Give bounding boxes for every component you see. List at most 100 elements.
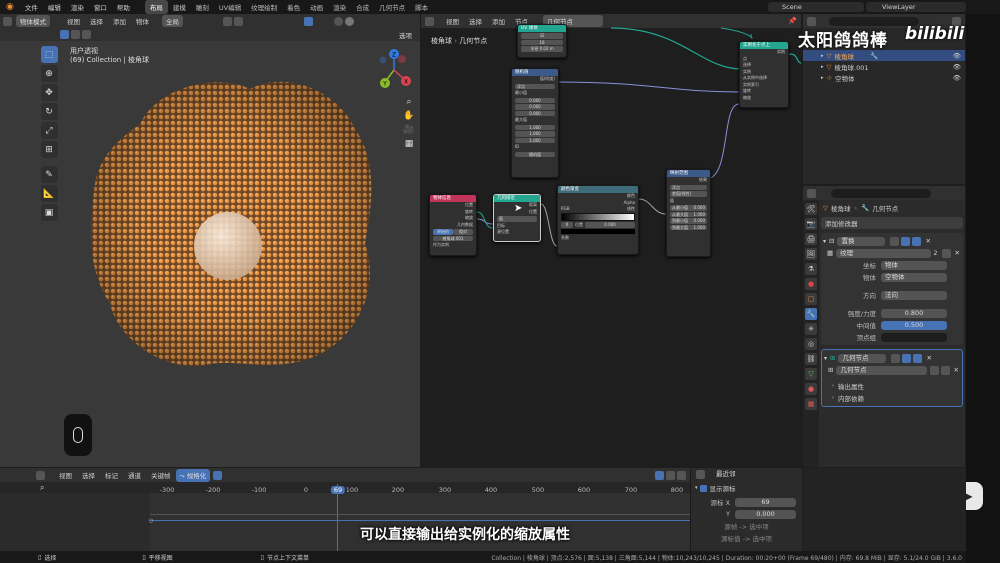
orientation-selector[interactable]: 全局 (162, 15, 183, 27)
ramp-mode[interactable]: RGB (561, 206, 570, 212)
overlay-icon[interactable] (304, 16, 313, 26)
tab-shading[interactable]: 着色 (282, 0, 305, 14)
rotate-tool-icon[interactable]: ↻ (40, 103, 58, 120)
viewport-menu-view[interactable]: 视图 (62, 16, 85, 26)
menu-edit[interactable]: 编辑 (43, 2, 66, 12)
move-tool-icon[interactable]: ✥ (40, 84, 58, 101)
search-icon[interactable]: ⌕ (40, 483, 44, 493)
node-dropdown[interactable]: 面 (497, 216, 537, 222)
modifier-tab-icon[interactable]: 🔧 (805, 308, 817, 320)
tab-modeling[interactable]: 建模 (168, 0, 191, 14)
node-field[interactable]: 到最小值 0.000 (670, 218, 707, 224)
menu-help[interactable]: 帮助 (112, 2, 135, 12)
timeline-editor[interactable]: 视图 选择 标记 通道 关键帧 ⤳ 规格化 ⌕ ○ (0, 468, 690, 551)
timeline-playhead[interactable] (337, 484, 338, 551)
texture-tab-icon[interactable]: ▦ (805, 398, 817, 410)
particles-tab-icon[interactable]: ✳ (805, 323, 817, 335)
node-field[interactable]: 0.000 (515, 110, 555, 116)
midlevel-field[interactable]: 0.500 (881, 320, 947, 330)
output-tab-icon[interactable]: 🖨 (805, 233, 817, 245)
channel-icon[interactable] (677, 470, 686, 480)
constraints-tab-icon[interactable]: ⛓ (805, 353, 817, 365)
tab-layout[interactable]: 布局 (144, 0, 168, 14)
ramp-index[interactable]: 0 (561, 222, 573, 228)
render-display-icon[interactable] (912, 236, 922, 246)
fake-user-icon[interactable] (929, 365, 939, 375)
edit-mode-icon[interactable] (891, 353, 901, 363)
modifier-header[interactable]: ▾ ⊟ 置换 ✕ (821, 235, 963, 247)
coords-dropdown[interactable]: 物体 (881, 260, 947, 270)
strength-field[interactable]: 0.800 (881, 308, 947, 318)
viewport-display-icon[interactable] (901, 236, 911, 246)
outliner-item-2[interactable]: ▸ ▽ 棱角球.001 👁 (803, 61, 965, 72)
filter-icon[interactable] (655, 470, 664, 480)
checkbox-checked-icon[interactable] (699, 484, 707, 492)
editor-type-icon[interactable] (3, 16, 12, 26)
view-layer-tab-icon[interactable]: 🖼 (805, 248, 817, 260)
refresh-icon[interactable] (213, 470, 223, 480)
node-dropdown[interactable]: 浮点 (670, 184, 707, 190)
normalize-toggle[interactable]: ⤳ 规格化 (175, 468, 211, 482)
shading-material-icon[interactable] (345, 16, 354, 26)
outliner-item-1[interactable]: ▸ ▽ 棱角球 🔧 👁 (803, 50, 965, 61)
scale-tool-icon[interactable]: ⤢ (40, 122, 58, 139)
menu-window[interactable]: 窗口 (89, 2, 112, 12)
expand-arrow-icon[interactable]: ▸ (821, 53, 824, 59)
node-field[interactable]: 16 (521, 39, 563, 45)
visibility-eye-icon[interactable]: 👁 (953, 52, 961, 60)
node-field[interactable]: 从最大值 1.000 (670, 211, 707, 217)
expand-arrow-icon[interactable]: ▸ (821, 75, 824, 81)
transform-tool-icon[interactable]: ⊞ (40, 141, 58, 158)
timeline-menu-marker[interactable]: 标记 (100, 470, 123, 480)
node-field[interactable]: 1.000 (515, 124, 555, 130)
tab-animation[interactable]: 动画 (305, 0, 328, 14)
node-dropdown[interactable]: 差值(线性) (670, 191, 707, 197)
menu-render[interactable]: 渲染 (66, 2, 89, 12)
color-ramp-gradient[interactable] (561, 213, 635, 221)
cursor-value-to-selected-button[interactable]: 源标值 -> 选中项 (691, 532, 802, 544)
viewport-3d[interactable]: 物体模式 视图 选择 添加 物体 全局 选项 用户透视 (69) Collect… (0, 14, 420, 467)
tab-sculpting[interactable]: 雕刻 (191, 0, 214, 14)
node-object-info[interactable]: 物体信息 位置 旋转 缩放 几何数据 原始的 相对 棱角球.001 作为实例 (429, 194, 477, 256)
menu-file[interactable]: 文件 (20, 2, 43, 12)
node-geometry-proximity[interactable]: 几何接近 距离 位置 面 目标 源位置 (493, 194, 541, 242)
close-icon[interactable]: ✕ (954, 366, 959, 374)
viewport-display-icon[interactable] (902, 353, 912, 363)
viewport-menu-add[interactable]: 添加 (108, 16, 131, 26)
select-mode-icon[interactable] (71, 30, 80, 39)
modifier-name-field[interactable]: 置换 (837, 236, 886, 246)
cursor-to-selected-button[interactable]: 源帧 -> 选中项 (691, 520, 802, 532)
current-frame-badge[interactable]: 69 (330, 486, 346, 494)
zoom-icon[interactable]: ⌕ (403, 96, 415, 108)
node-field[interactable]: 1.000 (515, 131, 555, 137)
ortho-grid-icon[interactable]: ▦ (403, 138, 415, 150)
interpolation-dropdown[interactable]: 最近邻 (712, 470, 796, 479)
cursor-y-field[interactable]: 0.000 (735, 509, 796, 519)
node-field[interactable]: 到最大值 1.000 (670, 224, 707, 230)
ramp-interp[interactable]: 线性 (627, 206, 635, 212)
toggle-original[interactable]: 原始的 (433, 229, 453, 235)
tab-texture-paint[interactable]: 纹理绘制 (246, 0, 282, 14)
output-attributes-subpanel[interactable]: › 输出属性 (822, 380, 962, 392)
tab-rendering[interactable]: 渲染 (328, 0, 351, 14)
node-field[interactable]: 0.000 (515, 97, 555, 103)
timeline-menu-key[interactable]: 关键帧 (146, 470, 176, 480)
node-instance-on-points[interactable]: 实例化于点上 实例 点 选择 实例 从实例中选择 实例索引 旋转 缩放 (739, 41, 789, 108)
shading-solid-icon[interactable] (334, 16, 343, 26)
timeline-type-icon[interactable] (36, 470, 45, 480)
texture-field[interactable]: 纹理 (836, 248, 932, 258)
node-tree-field[interactable]: 几何节点 (836, 365, 927, 375)
tab-compositing[interactable]: 合成 (351, 0, 374, 14)
measure-tool-icon[interactable]: 📐 (40, 185, 58, 202)
physics-tab-icon[interactable]: ◎ (805, 338, 817, 350)
collapse-arrow-icon[interactable]: ▾ (823, 238, 826, 245)
outliner-type-icon[interactable] (807, 16, 816, 26)
toggle-relative[interactable]: 相对 (453, 229, 473, 235)
tool-tab-icon[interactable]: 🛠 (805, 203, 817, 215)
node-field[interactable]: 半径 0.02 m (521, 46, 563, 52)
add-modifier-button[interactable]: 添加修改器 (821, 217, 963, 229)
world-tab-icon[interactable]: ● (805, 278, 817, 290)
visibility-eye-icon[interactable]: 👁 (953, 74, 961, 82)
node-field[interactable]: 1.000 (515, 137, 555, 143)
duplicate-icon[interactable] (941, 248, 951, 258)
